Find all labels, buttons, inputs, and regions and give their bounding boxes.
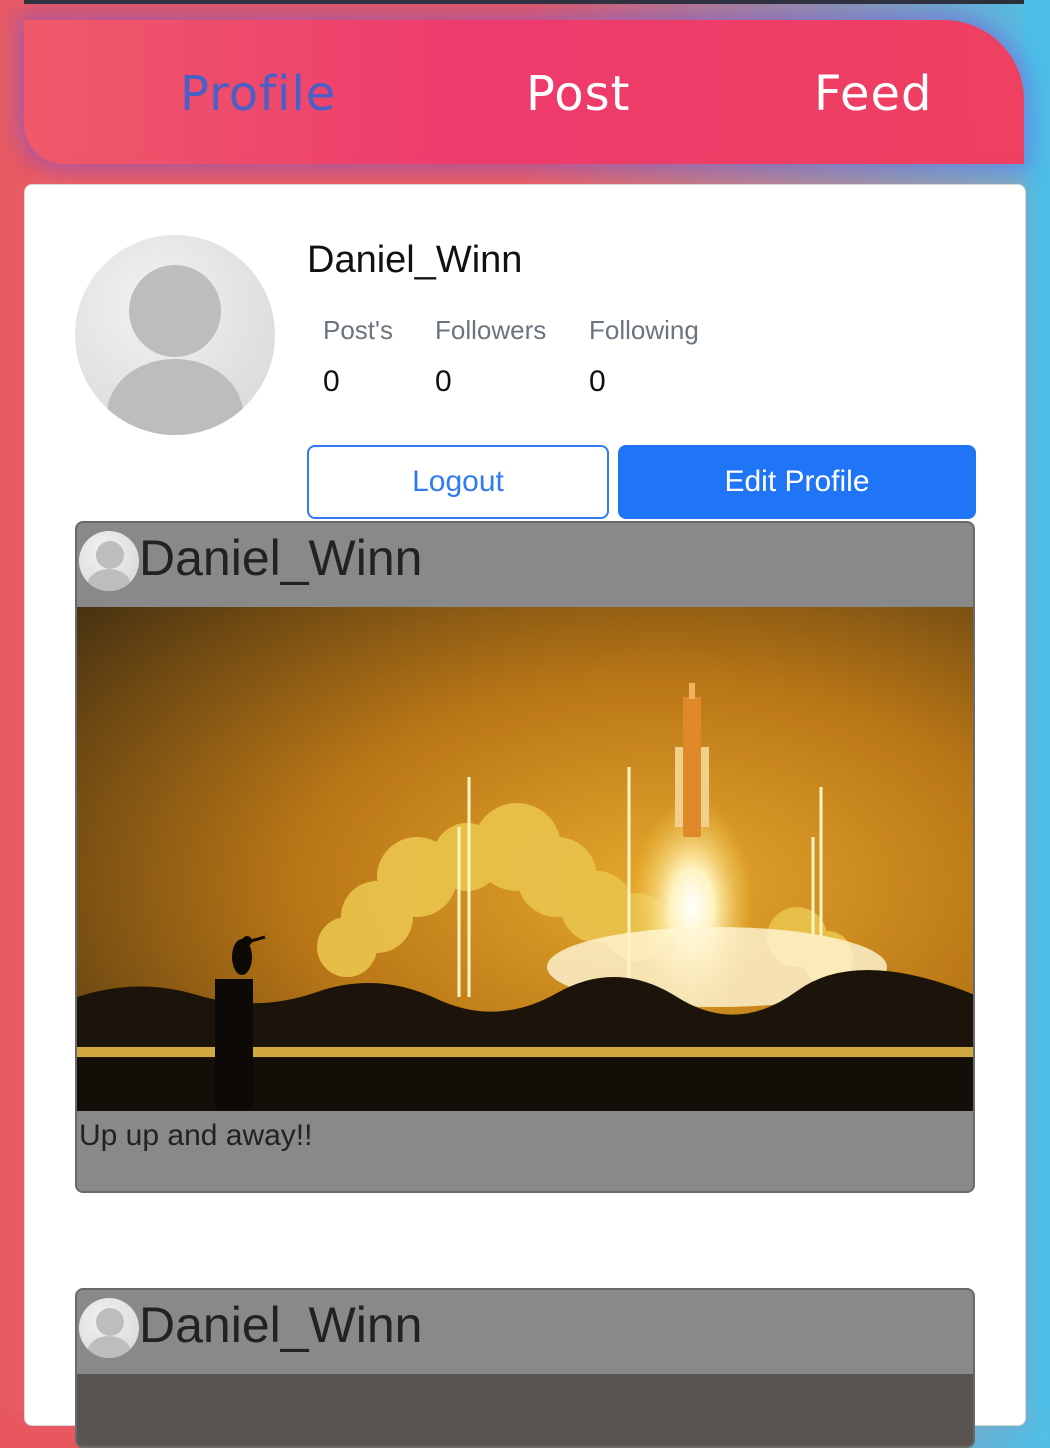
post-header: Daniel_Winn xyxy=(77,1290,973,1374)
post-author-name: Daniel_Winn xyxy=(139,1297,423,1353)
following-count-label: Following xyxy=(589,315,699,345)
profile-avatar xyxy=(75,235,275,435)
avatar-body-shape xyxy=(87,1336,131,1358)
nav-profile-link[interactable]: Profile xyxy=(180,66,336,122)
nav-feed-link[interactable]: Feed xyxy=(814,66,933,122)
post-author-avatar xyxy=(79,1298,139,1358)
post-card: Daniel_Winn xyxy=(75,521,975,1193)
rocket-launch-picture xyxy=(77,607,973,1111)
avatar-body-shape xyxy=(87,569,131,591)
window-top-edge xyxy=(0,0,1050,4)
profile-card: Daniel_Winn Post's Followers Following 0… xyxy=(24,184,1026,1448)
edit-profile-button[interactable]: Edit Profile xyxy=(618,445,976,519)
nav-post-link[interactable]: Post xyxy=(526,66,630,122)
profile-username: Daniel_Winn xyxy=(307,239,523,281)
left-background-strip xyxy=(0,0,24,1410)
logout-button[interactable]: Logout xyxy=(307,445,609,519)
following-count-value: 0 xyxy=(589,365,606,398)
post-card: Daniel_Winn xyxy=(75,1288,975,1448)
post-caption: Up up and away!! xyxy=(79,1119,313,1152)
top-navbar: Profile Post Feed xyxy=(24,20,1024,164)
followers-count-value: 0 xyxy=(435,365,452,398)
avatar-head-shape xyxy=(96,1308,124,1336)
posts-count-label: Post's xyxy=(323,315,393,345)
right-background-strip xyxy=(1024,0,1050,1410)
posts-count-value: 0 xyxy=(323,365,340,398)
avatar-head-shape xyxy=(129,265,221,357)
post-image xyxy=(77,1374,973,1446)
post-image-rocket-launch xyxy=(77,607,973,1111)
avatar-body-shape xyxy=(107,359,243,435)
post-header: Daniel_Winn xyxy=(77,523,973,607)
post-author-avatar xyxy=(79,531,139,591)
followers-count-label: Followers xyxy=(435,315,547,345)
post-author-name: Daniel_Winn xyxy=(139,530,423,586)
avatar-head-shape xyxy=(96,541,124,569)
